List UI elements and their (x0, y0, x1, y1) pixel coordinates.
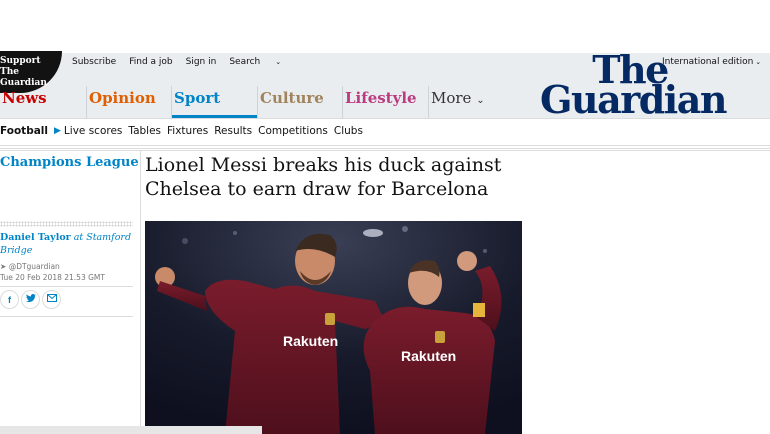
site-header: Support The Guardian Subscribe Find a jo… (0, 51, 770, 122)
divider (0, 316, 133, 317)
subnav-fixtures[interactable]: Fixtures (167, 125, 208, 137)
subnav-tables[interactable]: Tables (128, 125, 161, 137)
subnav-clubs[interactable]: Clubs (334, 125, 363, 137)
chevron-down-icon: ⌄ (476, 95, 485, 106)
article-meta-column: Champions League Daniel Taylor at Stamfo… (0, 151, 141, 434)
subnav-competitions[interactable]: Competitions (258, 125, 328, 137)
article-main-image[interactable]: Rakuten Rakuten (145, 221, 522, 434)
pillar-opinion-label: Opinion (89, 89, 156, 107)
section-subnav: Football ▶ Live scores Tables Fixtures R… (0, 118, 770, 146)
find-job-link[interactable]: Find a job (129, 57, 172, 67)
sign-in-link[interactable]: Sign in (186, 57, 217, 67)
sponsor-text-2: Rakuten (401, 348, 456, 364)
guardian-logo[interactable]: The Guardian (540, 51, 727, 122)
pillar-more-label: More (431, 89, 472, 107)
dotted-divider (0, 221, 133, 227)
search-label: Search (229, 57, 261, 67)
publish-date: Tue 20 Feb 2018 21.53 GMT (0, 273, 105, 282)
subscribe-link[interactable]: Subscribe (72, 57, 116, 67)
subnav-results[interactable]: Results (214, 125, 252, 137)
email-share-button[interactable] (42, 290, 61, 309)
twitter-share-button[interactable] (21, 290, 40, 309)
section-label[interactable]: Champions League (0, 155, 139, 170)
facebook-icon: f (8, 294, 11, 305)
chevron-down-icon: ⌄ (755, 58, 762, 66)
subnav-live-scores[interactable]: Live scores (64, 125, 122, 137)
facebook-share-button[interactable]: f (0, 290, 19, 309)
author-link[interactable]: Daniel Taylor (0, 232, 71, 243)
logo-line-2: Guardian (540, 77, 727, 122)
top-links: Subscribe Find a job Sign in Search ⌄ (72, 57, 307, 67)
support-label: Support The Guardian (0, 56, 47, 88)
pillar-opinion[interactable]: Opinion (86, 86, 171, 118)
twitter-handle[interactable]: ➤ @DTguardian (0, 262, 60, 271)
pillar-nav: News Opinion Sport Culture Lifestyle Mor… (0, 86, 488, 118)
horizontal-scrollbar[interactable] (0, 426, 262, 434)
chevron-down-icon: ⌄ (275, 58, 282, 66)
divider (0, 286, 133, 287)
pillar-more[interactable]: More ⌄ (428, 86, 488, 118)
twitter-icon: ➤ (0, 262, 7, 271)
sponsor-text-1: Rakuten (283, 333, 338, 349)
twitter-icon (25, 293, 36, 306)
pillar-news[interactable]: News (0, 86, 86, 118)
triangle-right-icon: ▶ (54, 126, 61, 136)
pillar-sport-label: Sport (174, 89, 221, 107)
pillar-lifestyle[interactable]: Lifestyle (342, 86, 428, 118)
article-headline: Lionel Messi breaks his duck against Che… (145, 154, 502, 200)
twitter-handle-text: @DTguardian (8, 262, 60, 271)
share-buttons: f (0, 290, 61, 309)
subnav-football[interactable]: Football (0, 125, 48, 137)
email-icon (46, 294, 57, 305)
byline: Daniel Taylor at Stamford Bridge (0, 231, 132, 257)
search-link[interactable]: Search ⌄ (229, 57, 294, 67)
pillar-culture-label: Culture (260, 89, 324, 107)
pillar-sport[interactable]: Sport (171, 86, 257, 118)
pillar-culture[interactable]: Culture (257, 86, 342, 118)
messi-iniesta-photo: Rakuten Rakuten (145, 221, 522, 434)
pillar-lifestyle-label: Lifestyle (345, 89, 417, 107)
pillar-news-label: News (2, 89, 47, 107)
top-bar (0, 0, 770, 53)
